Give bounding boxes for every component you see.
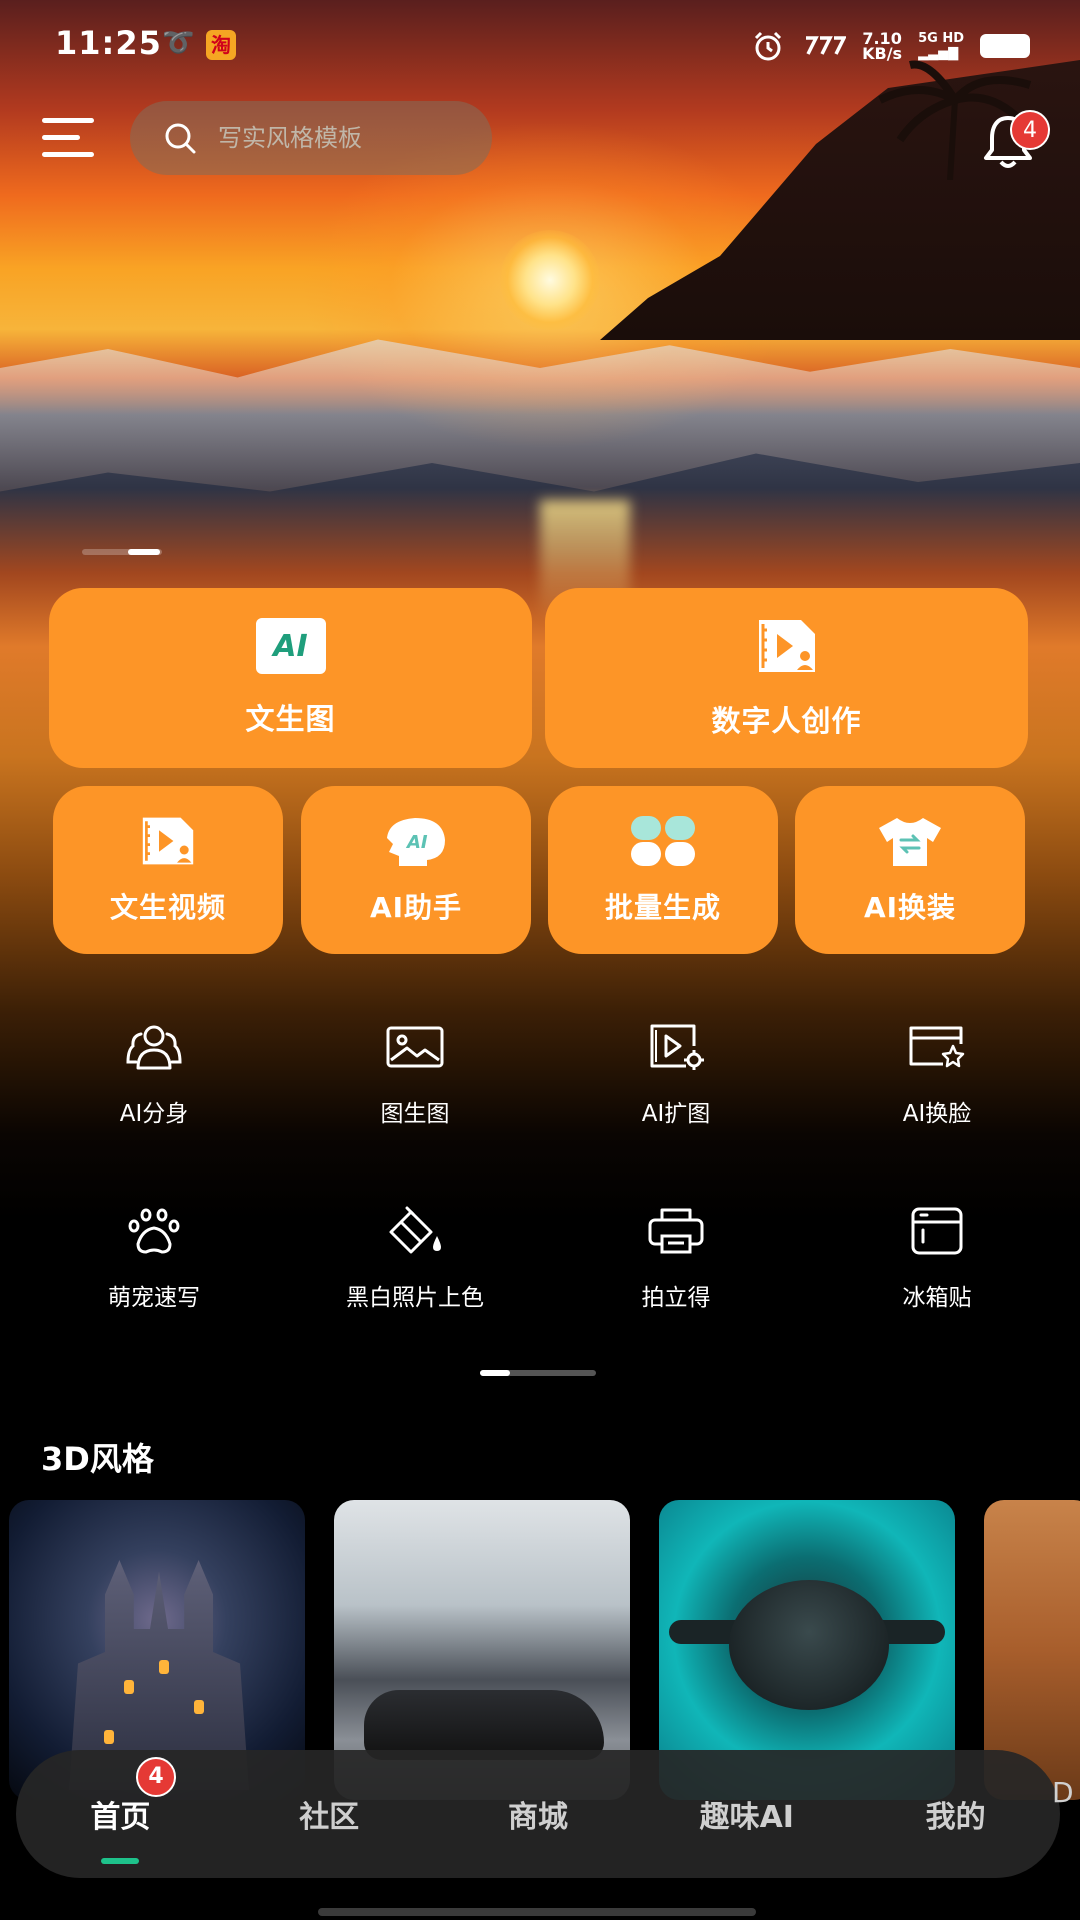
menu-button[interactable] (42, 118, 98, 160)
ai-text-icon: AI (255, 618, 326, 674)
tool-fridge-magnet[interactable]: 冰箱贴 (807, 1206, 1067, 1346)
tool-photo-colorize[interactable]: 黑白照片上色 (285, 1206, 545, 1346)
nav-home[interactable]: 首页 4 (16, 1757, 225, 1864)
tshirt-icon (879, 818, 941, 866)
text-to-image-card[interactable]: AI 文生图 (49, 588, 532, 768)
fridge-magnet-icon (911, 1207, 963, 1255)
tool-image-to-image[interactable]: 图生图 (285, 1022, 545, 1162)
card-label: 批量生成 (604, 891, 721, 924)
svg-text:AI: AI (405, 832, 428, 853)
printer-icon (648, 1208, 704, 1254)
section-title: 3D风格 (41, 1440, 154, 1478)
clover-icon (631, 816, 695, 866)
sun (500, 230, 600, 330)
taobao-icon: 淘 (206, 30, 236, 60)
video-settings-icon (650, 1024, 704, 1070)
text-to-video-card[interactable]: 文生视频 (53, 786, 283, 954)
tool-label: AI扩图 (641, 1101, 711, 1127)
card-label: AI助手 (369, 891, 463, 924)
ai-head-icon: AI (387, 818, 445, 866)
home-indicator[interactable] (318, 1908, 756, 1916)
app-notification-icon: ➰ (162, 28, 195, 58)
card-label: 数字人创作 (711, 704, 862, 738)
tool-polaroid[interactable]: 拍立得 (546, 1206, 806, 1346)
card-label: 文生视频 (109, 891, 226, 924)
tool-ai-face-swap[interactable]: AI换脸 (807, 1022, 1067, 1162)
tool-ai-clone[interactable]: AI分身 (24, 1022, 284, 1162)
paw-icon (128, 1208, 180, 1254)
status-time: 11:25 (55, 24, 162, 62)
ai-outfit-card[interactable]: AI换装 (795, 786, 1025, 954)
alarm-icon (755, 31, 782, 61)
tool-label: 冰箱贴 (902, 1285, 972, 1311)
search-input[interactable] (216, 123, 480, 153)
video-person-icon (758, 620, 815, 672)
tool-label: 萌宠速写 (108, 1285, 200, 1311)
digital-human-card[interactable]: 数字人创作 (545, 588, 1028, 768)
people-icon (126, 1025, 182, 1070)
tool-label: AI分身 (119, 1101, 189, 1127)
search-icon (165, 123, 196, 154)
search-bar[interactable] (130, 101, 492, 175)
tool-label: AI换脸 (902, 1101, 972, 1127)
tool-label: 黑白照片上色 (346, 1285, 484, 1311)
tool-ai-expand[interactable]: AI扩图 (546, 1022, 806, 1162)
tool-label: 拍立得 (641, 1285, 711, 1311)
nav-mall[interactable]: 商城 (434, 1792, 643, 1836)
battery-icon (980, 34, 1030, 58)
card-label: 文生图 (245, 702, 336, 736)
image-icon (386, 1026, 444, 1068)
video-person-icon (142, 817, 194, 865)
active-tab-indicator (101, 1858, 140, 1864)
status-bar: 11:25 ➰ 淘 7.10 KB/s 5G HD ▂▃▅▇ (0, 0, 1080, 92)
tools-page-indicator (480, 1370, 596, 1376)
card-label: AI换装 (863, 891, 957, 924)
net-speed: 7.10 KB/s (862, 29, 903, 63)
batch-generate-card[interactable]: 批量生成 (548, 786, 778, 954)
tool-pet-sketch[interactable]: 萌宠速写 (24, 1206, 284, 1346)
partial-thumbnail-label: D (1052, 1776, 1074, 1809)
carousel-indicator (82, 549, 162, 555)
nav-fun-ai[interactable]: 趣味AI (642, 1792, 851, 1836)
nav-community[interactable]: 社区 (225, 1792, 434, 1836)
bottom-navigation: 首页 4 社区 商城 趣味AI 我的 (16, 1750, 1060, 1878)
ai-assistant-card[interactable]: AI AI助手 (301, 786, 531, 954)
vibrate-icon (806, 36, 847, 55)
paint-bucket-icon (389, 1206, 441, 1254)
notification-badge: 4 (1010, 110, 1050, 150)
tool-label: 图生图 (380, 1101, 450, 1127)
nav-mine[interactable]: 我的 (851, 1792, 1060, 1836)
signal-indicator: 5G HD ▂▃▅▇ (918, 31, 964, 61)
home-badge: 4 (136, 1757, 176, 1797)
card-star-icon (909, 1026, 965, 1068)
